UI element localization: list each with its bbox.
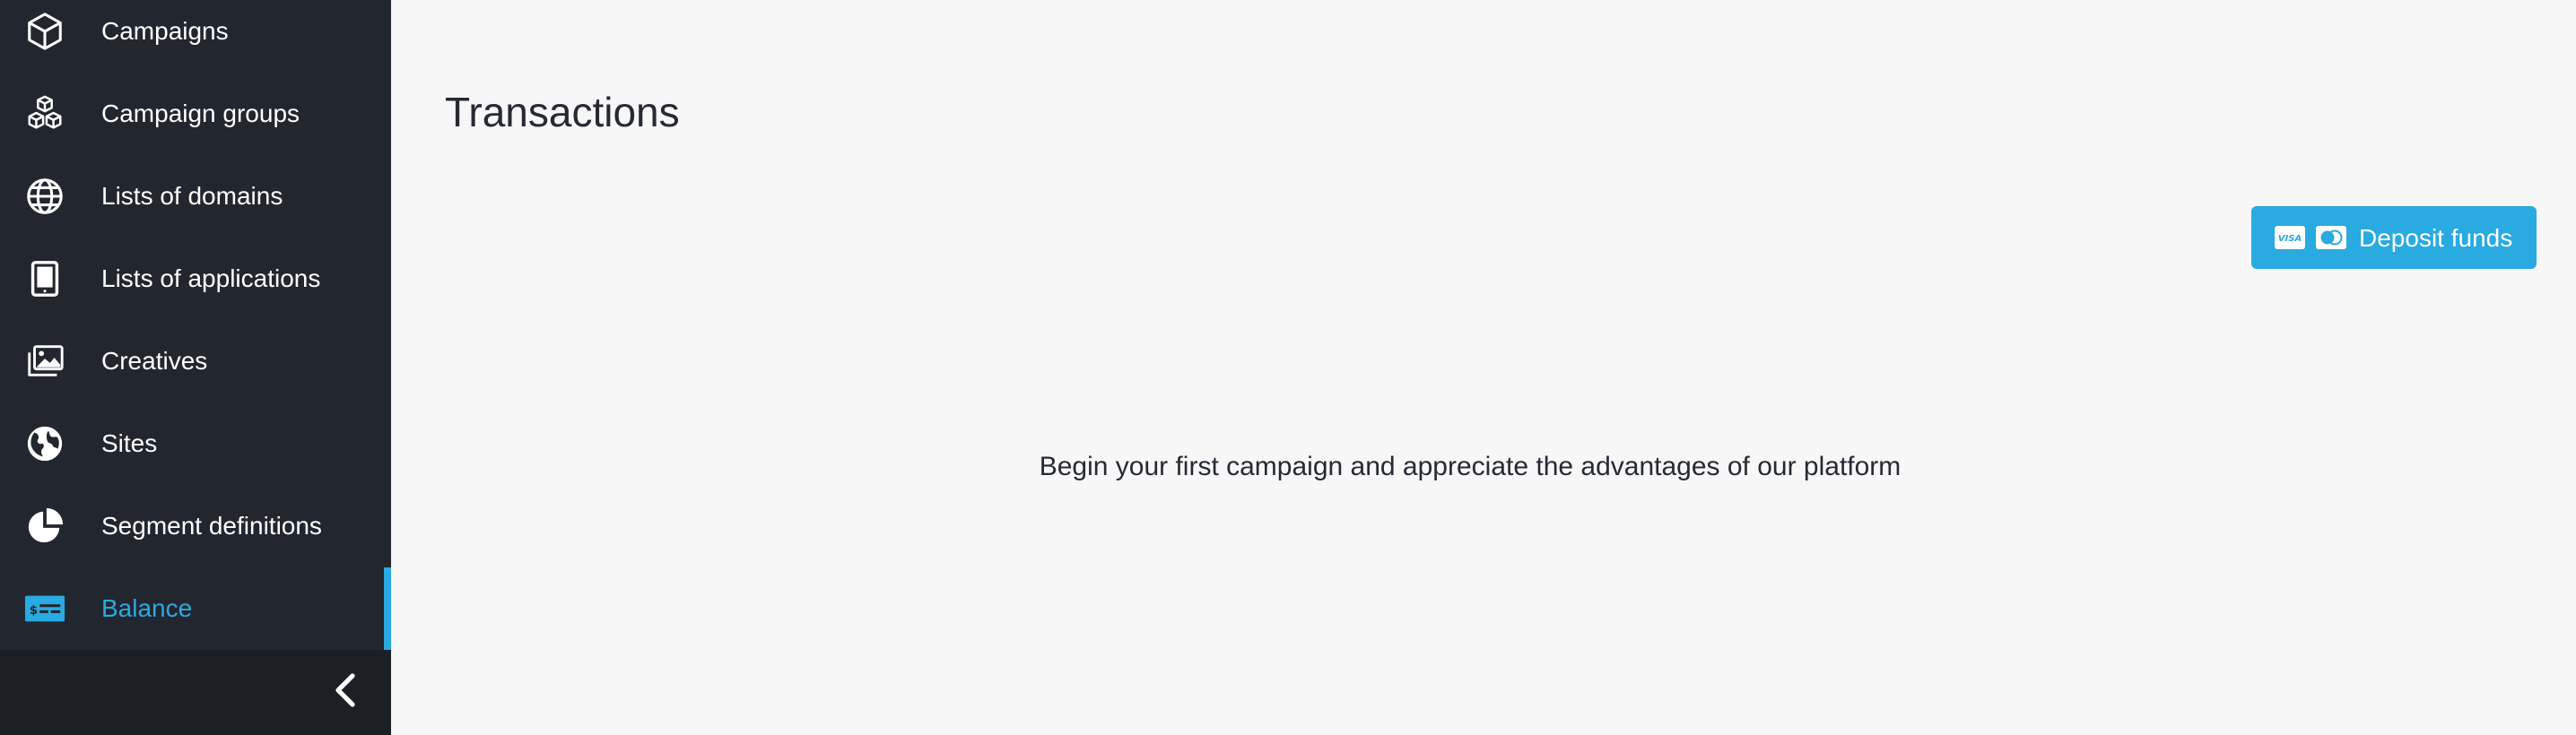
visa-card-icon: VISA <box>2275 226 2305 249</box>
sidebar-item-campaigns[interactable]: Campaigns <box>0 0 391 73</box>
sidebar-item-label: Lists of applications <box>101 264 321 292</box>
images-icon <box>23 340 66 383</box>
earth-icon <box>23 422 66 465</box>
tablet-icon <box>23 257 66 300</box>
globe-icon <box>23 175 66 218</box>
sidebar-item-lists-of-domains[interactable]: Lists of domains <box>0 155 391 238</box>
sidebar-item-label: Creatives <box>101 347 208 375</box>
sidebar-item-label: Campaigns <box>101 17 229 45</box>
page-title: Transactions <box>445 89 680 135</box>
sidebar-item-sites[interactable]: Sites <box>0 402 391 485</box>
svg-text:VISA: VISA <box>2278 234 2302 244</box>
empty-state-message: Begin your first campaign and appreciate… <box>1039 452 1902 481</box>
collapse-sidebar-button[interactable] <box>323 670 368 714</box>
sidebar-footer <box>0 650 391 735</box>
sidebar-item-campaign-groups[interactable]: Campaign groups <box>0 73 391 155</box>
deposit-funds-button[interactable]: VISA Deposit funds <box>2251 206 2537 269</box>
sidebar-item-label: Segment definitions <box>101 512 322 540</box>
sidebar-item-label: Sites <box>101 429 158 457</box>
sidebar-item-balance[interactable]: $ Balance <box>0 567 391 650</box>
deposit-funds-label: Deposit funds <box>2359 224 2513 252</box>
pie-chart-icon <box>23 505 66 548</box>
cubes-icon <box>23 92 66 135</box>
mastercard-icon <box>2316 226 2346 249</box>
chevron-left-icon <box>333 672 358 713</box>
active-indicator <box>384 567 391 650</box>
svg-text:$: $ <box>30 604 38 618</box>
sidebar-item-lists-of-applications[interactable]: Lists of applications <box>0 238 391 320</box>
cube-icon <box>23 10 66 53</box>
sidebar-item-label: Campaign groups <box>101 99 300 127</box>
balance-icon: $ <box>23 587 66 630</box>
sidebar-item-segment-definitions[interactable]: Segment definitions <box>0 485 391 567</box>
sidebar-item-creatives[interactable]: Creatives <box>0 320 391 402</box>
sidebar-item-label: Balance <box>101 594 193 622</box>
sidebar-item-label: Lists of domains <box>101 182 283 210</box>
sidebar: Campaigns Campaign groups Lists of domai… <box>0 0 391 735</box>
main-content: Transactions VISA Deposit funds Begin yo… <box>391 0 2576 735</box>
